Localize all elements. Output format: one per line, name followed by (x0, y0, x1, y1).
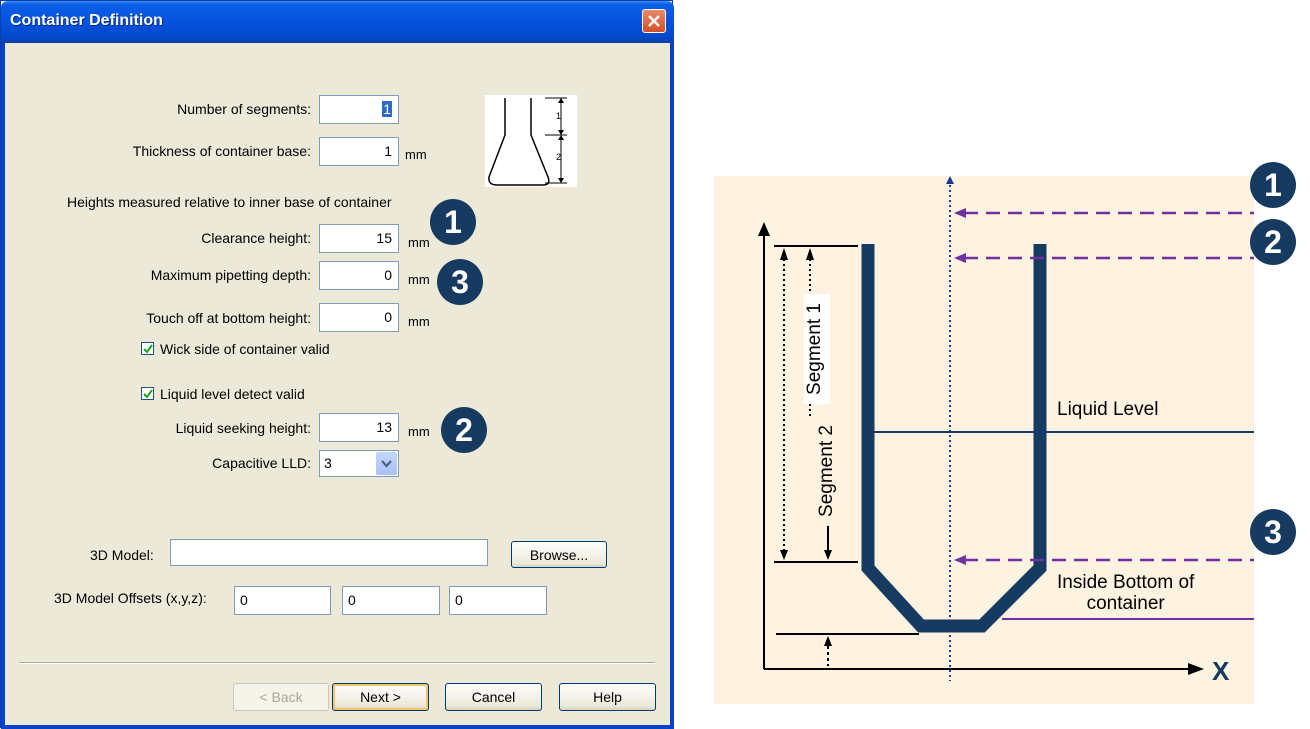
dropdown-button[interactable] (376, 452, 397, 475)
model-3d-label: 3D Model: (90, 547, 154, 563)
figure-badge-3: 3 (1250, 509, 1296, 555)
base-thickness-input[interactable]: 1 (319, 137, 399, 166)
badge-1: 1 (430, 199, 476, 245)
capacitive-lld-select[interactable]: 3 (319, 450, 399, 477)
dialog-title: Container Definition (10, 12, 163, 29)
wick-side-label[interactable]: Wick side of container valid (160, 341, 330, 357)
inside-bottom-label-line1: Inside Bottom of (1057, 572, 1195, 593)
x-axis-label: X (1212, 656, 1230, 686)
badge-2: 2 (441, 407, 487, 453)
base-thickness-unit: mm (405, 147, 427, 162)
model-offset-x-input[interactable]: 0 (234, 586, 331, 615)
lld-valid-checkbox[interactable] (141, 387, 154, 400)
max-pipetting-depth-label: Maximum pipetting depth: (150, 267, 311, 283)
window-frame-left (1, 43, 5, 729)
window-frame-right (670, 43, 674, 729)
thumbnail-seg1-label: 1 (556, 111, 562, 121)
container-diagram-svg (758, 176, 1254, 681)
segment2-label: Segment 2 (816, 425, 837, 517)
max-pipetting-depth-input[interactable]: 0 (319, 261, 399, 290)
segment1-label: Segment 1 (804, 294, 830, 404)
inside-bottom-label: Inside Bottom of container (1057, 572, 1194, 614)
container-outline (861, 244, 1047, 633)
touch-off-height-input[interactable]: 0 (319, 303, 399, 332)
liquid-seeking-height-input[interactable]: 13 (319, 413, 399, 442)
badge-3: 3 (437, 259, 483, 305)
heights-note: Heights measured relative to inner base … (67, 194, 392, 210)
num-segments-input[interactable]: 1 (319, 95, 399, 124)
liquid-seeking-height-label: Liquid seeking height: (175, 420, 311, 436)
thumbnail-seg2-label: 2 (556, 152, 562, 162)
num-segments-label: Number of segments: (177, 101, 311, 117)
close-button[interactable] (642, 9, 666, 33)
clearance-height-label: Clearance height: (201, 230, 311, 246)
liquid-level-label: Liquid Level (1057, 399, 1159, 420)
window-frame-bottom (1, 725, 674, 729)
wick-side-checkbox[interactable] (141, 342, 154, 355)
model-offset-y-input[interactable]: 0 (342, 586, 440, 615)
figure-badge-1: 1 (1250, 162, 1296, 208)
check-icon (143, 389, 153, 399)
clearance-height-input[interactable]: 15 (319, 224, 399, 253)
title-bar[interactable]: Container Definition (1, 1, 674, 43)
inside-bottom-label-line2: container (1086, 593, 1165, 614)
base-thickness-label: Thickness of container base: (132, 143, 311, 159)
model-offset-z-input[interactable]: 0 (449, 586, 547, 615)
close-icon (648, 15, 660, 27)
help-button[interactable]: Help (559, 683, 656, 711)
capacitive-lld-value: 3 (324, 455, 332, 471)
y-axis-arrow (758, 222, 770, 236)
container-thumbnail: 1 2 (485, 95, 577, 187)
chevron-down-icon (381, 460, 392, 468)
liquid-seeking-height-unit: mm (408, 424, 430, 439)
num-segments-value: 1 (382, 101, 392, 117)
browse-button[interactable]: Browse... (511, 541, 607, 568)
next-button[interactable]: Next > (332, 683, 429, 711)
model-offsets-label: 3D Model Offsets (x,y,z): (54, 590, 207, 606)
model-3d-input[interactable] (170, 539, 488, 566)
container-definition-dialog: Container Definition Number of segments:… (0, 0, 674, 729)
x-axis-arrow (1188, 663, 1204, 675)
clearance-height-unit: mm (408, 235, 430, 250)
max-pipetting-depth-unit: mm (408, 272, 430, 287)
touch-off-height-unit: mm (408, 314, 430, 329)
back-button[interactable]: < Back (233, 683, 329, 711)
capacitive-lld-label: Capacitive LLD: (212, 455, 311, 471)
touch-off-height-label: Touch off at bottom height: (146, 310, 311, 326)
container-diagram: Segment 1 Segment 2 Liquid Level Inside … (714, 176, 1254, 704)
lld-valid-label[interactable]: Liquid level detect valid (160, 386, 305, 402)
check-icon (143, 344, 153, 354)
figure-badge-2: 2 (1250, 219, 1296, 265)
cancel-button[interactable]: Cancel (445, 683, 542, 711)
